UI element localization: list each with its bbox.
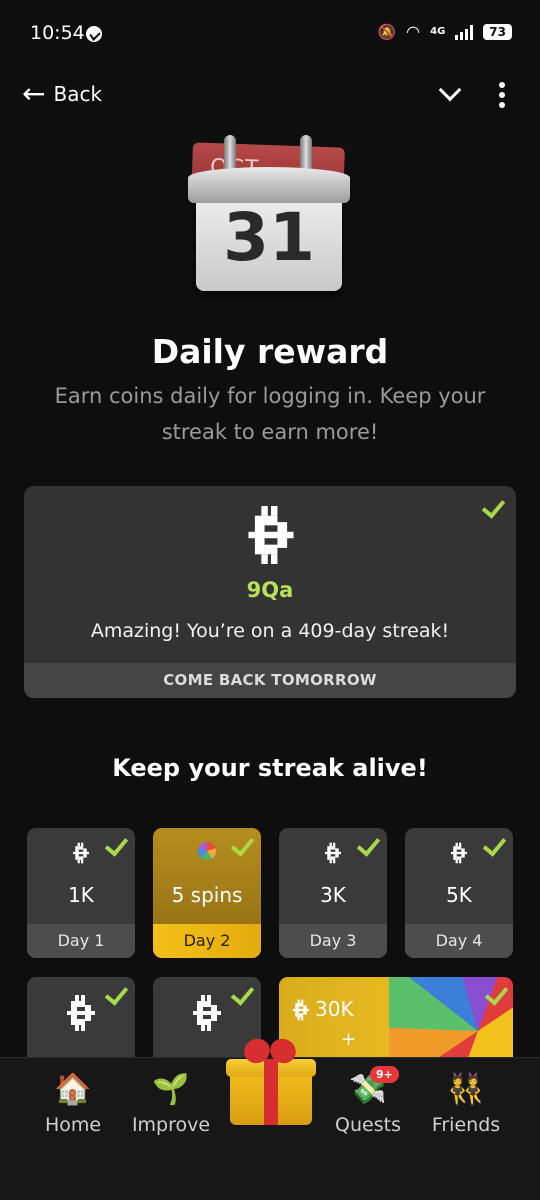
nav-label: Improve (131, 1114, 211, 1136)
back-label: Back (53, 82, 103, 106)
nav-quests[interactable]: 💸 Quests (313, 1070, 423, 1136)
check-icon (483, 834, 505, 856)
nav-improve[interactable]: 🌱 Improve (116, 1070, 226, 1136)
day-reward-value: 5 spins (171, 883, 243, 907)
streak-title: Keep your streak alive! (112, 754, 428, 782)
calendar-page (188, 167, 350, 203)
day-reward-value: 1K (68, 883, 94, 907)
coin-icon (73, 842, 89, 864)
day-label: Day 2 (153, 924, 261, 958)
day-reward-value: 3K (320, 883, 346, 907)
friends-icon: 👯 (447, 1072, 485, 1107)
more-options-icon[interactable] (494, 82, 510, 108)
coin-icon (293, 999, 309, 1021)
day-label: Day 3 (279, 924, 387, 958)
page-title: Daily reward (151, 332, 389, 371)
calendar-day: 31 (223, 199, 315, 276)
network-label: 4G (430, 26, 446, 37)
arrow-left-icon: ← (22, 77, 46, 110)
house-icon: 🏠 (54, 1072, 92, 1107)
check-icon (105, 834, 127, 856)
coin-icon (325, 842, 341, 864)
chevron-down-icon[interactable] (436, 80, 464, 108)
check-icon (231, 983, 253, 1005)
page-subtitle: Earn coins daily for logging in. Keep yo… (54, 384, 486, 444)
back-button[interactable]: ← Back (22, 80, 102, 108)
come-back-button[interactable]: COME BACK TOMORROW (24, 663, 516, 698)
gift-icon[interactable] (224, 1034, 316, 1129)
streak-message: Amazing! You’re on a 409-day streak! (90, 620, 450, 642)
messenger-icon (86, 26, 102, 42)
nav-label: Home (44, 1114, 102, 1136)
coin-icon (193, 995, 221, 1031)
check-icon (231, 834, 253, 856)
nav-friends[interactable]: 👯 Friends (411, 1070, 521, 1136)
nav-home[interactable]: 🏠 Home (18, 1070, 128, 1136)
day-tile[interactable]: 5 spins Day 2 (153, 828, 261, 958)
signal-icon (455, 24, 474, 40)
status-icons: 🔕 ◠ 4G 73 (377, 22, 512, 41)
coin-icon (451, 842, 467, 864)
check-icon (485, 983, 507, 1005)
spin-wheel-icon (198, 842, 216, 860)
nav-label: Quests (335, 1114, 401, 1136)
status-bar: 10:54 🔕 ◠ 4G 73 (0, 0, 540, 70)
check-icon (357, 834, 379, 856)
nav-label: Friends (431, 1114, 501, 1136)
day-label: Day 4 (405, 924, 513, 958)
day-reward-value: 5K (446, 883, 472, 907)
coin-icon (248, 506, 294, 564)
status-time: 10:54 (30, 22, 85, 44)
day-tile[interactable]: 3K Day 3 (279, 828, 387, 958)
check-icon (482, 496, 504, 518)
big-reward-value: 30K (315, 997, 354, 1021)
sprout-icon: 🌱 (152, 1072, 190, 1107)
check-icon (105, 983, 127, 1005)
calendar-icon: OCT 31 (188, 135, 350, 295)
day-label: Day 1 (27, 924, 135, 958)
day-tile[interactable]: 5K Day 4 (405, 828, 513, 958)
big-reward-plus: + (341, 1029, 357, 1050)
bell-muted-icon: 🔕 (377, 22, 397, 41)
coin-icon (67, 995, 95, 1031)
quests-badge: 9+ (370, 1066, 399, 1083)
day-tile[interactable]: 1K Day 1 (27, 828, 135, 958)
money-wings-icon: 💸 (349, 1072, 387, 1107)
wifi-icon: ◠ (406, 22, 421, 41)
reward-amount: 9Qa (246, 578, 294, 602)
battery-icon: 73 (483, 23, 512, 40)
